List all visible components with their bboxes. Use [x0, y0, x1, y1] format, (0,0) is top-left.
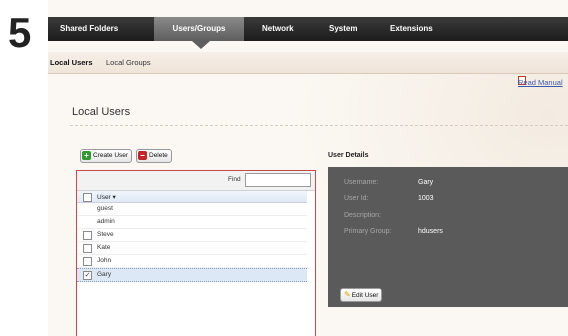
tab-shared-folders[interactable]: Shared Folders: [60, 17, 118, 41]
user-list: Find User ▾ guest admin Steve Kate John …: [76, 170, 316, 336]
read-manual-link[interactable]: Read Manual: [518, 78, 563, 87]
primary-group-label: Primary Group:: [344, 228, 392, 235]
main-content: Read Manual Local Users + Create User − De…: [48, 74, 568, 336]
tab-users-groups[interactable]: Users/Groups: [154, 17, 244, 41]
username-label: Username:: [344, 179, 379, 186]
user-name: Gary: [97, 271, 112, 278]
table-row[interactable]: John: [77, 255, 307, 268]
find-label: Find: [228, 176, 241, 183]
table-row[interactable]: admin: [77, 216, 307, 229]
find-bar: Find: [77, 171, 315, 191]
user-name: Steve: [97, 231, 114, 238]
table-row[interactable]: guest: [77, 203, 307, 216]
minus-icon: −: [138, 151, 147, 160]
tab-extensions[interactable]: Extensions: [390, 17, 433, 41]
select-all-checkbox[interactable]: [83, 193, 92, 202]
description-label: Description:: [344, 212, 381, 219]
primary-group-value: hdusers: [418, 228, 443, 235]
row-checkbox[interactable]: [83, 244, 92, 253]
user-column-label: User ▾: [97, 194, 116, 201]
active-tab-indicator: [192, 41, 210, 49]
top-navigation: Shared Folders Users/Groups Network Syst…: [48, 0, 568, 52]
user-name: Kate: [97, 244, 111, 251]
user-name: admin: [97, 218, 115, 225]
row-checkbox[interactable]: [83, 257, 92, 266]
user-name: guest: [97, 205, 113, 212]
plus-icon: +: [82, 151, 91, 160]
main-nav-bar: Shared Folders Users/Groups Network Syst…: [48, 17, 568, 41]
row-checkbox-checked[interactable]: ✓: [83, 271, 92, 280]
row-checkbox[interactable]: [83, 231, 92, 240]
userid-value: 1003: [418, 195, 434, 202]
page-title: Local Users: [72, 106, 131, 118]
find-input[interactable]: [245, 173, 311, 187]
user-column-header[interactable]: User ▾: [77, 191, 307, 203]
userid-label: User Id:: [344, 195, 369, 202]
create-user-label: Create User: [93, 152, 129, 159]
delete-label: Delete: [149, 152, 168, 159]
table-row[interactable]: Kate: [77, 242, 307, 255]
table-row[interactable]: Steve: [77, 229, 307, 242]
details-title: User Details: [328, 152, 369, 159]
title-divider: [70, 125, 568, 126]
table-row-selected[interactable]: ✓ Gary: [77, 268, 307, 282]
tab-system[interactable]: System: [329, 17, 357, 41]
subtab-local-users[interactable]: Local Users: [50, 58, 93, 67]
tab-network[interactable]: Network: [262, 17, 294, 41]
step-number: 5: [8, 9, 32, 56]
subtab-local-groups[interactable]: Local Groups: [106, 58, 151, 67]
nas-admin-panel: Shared Folders Users/Groups Network Syst…: [48, 0, 568, 336]
username-value: Gary: [418, 179, 434, 186]
sub-navigation: Local Users Local Groups: [48, 52, 568, 74]
pencil-icon: ✎: [344, 290, 351, 299]
edit-user-label: Edit User: [351, 292, 379, 299]
user-name: John: [97, 257, 112, 264]
edit-user-button[interactable]: ✎Edit User: [340, 288, 383, 302]
delete-button[interactable]: − Delete: [136, 149, 172, 163]
create-user-button[interactable]: + Create User: [80, 149, 133, 163]
user-details-panel: Username: Gary User Id: 1003 Description…: [328, 167, 568, 307]
